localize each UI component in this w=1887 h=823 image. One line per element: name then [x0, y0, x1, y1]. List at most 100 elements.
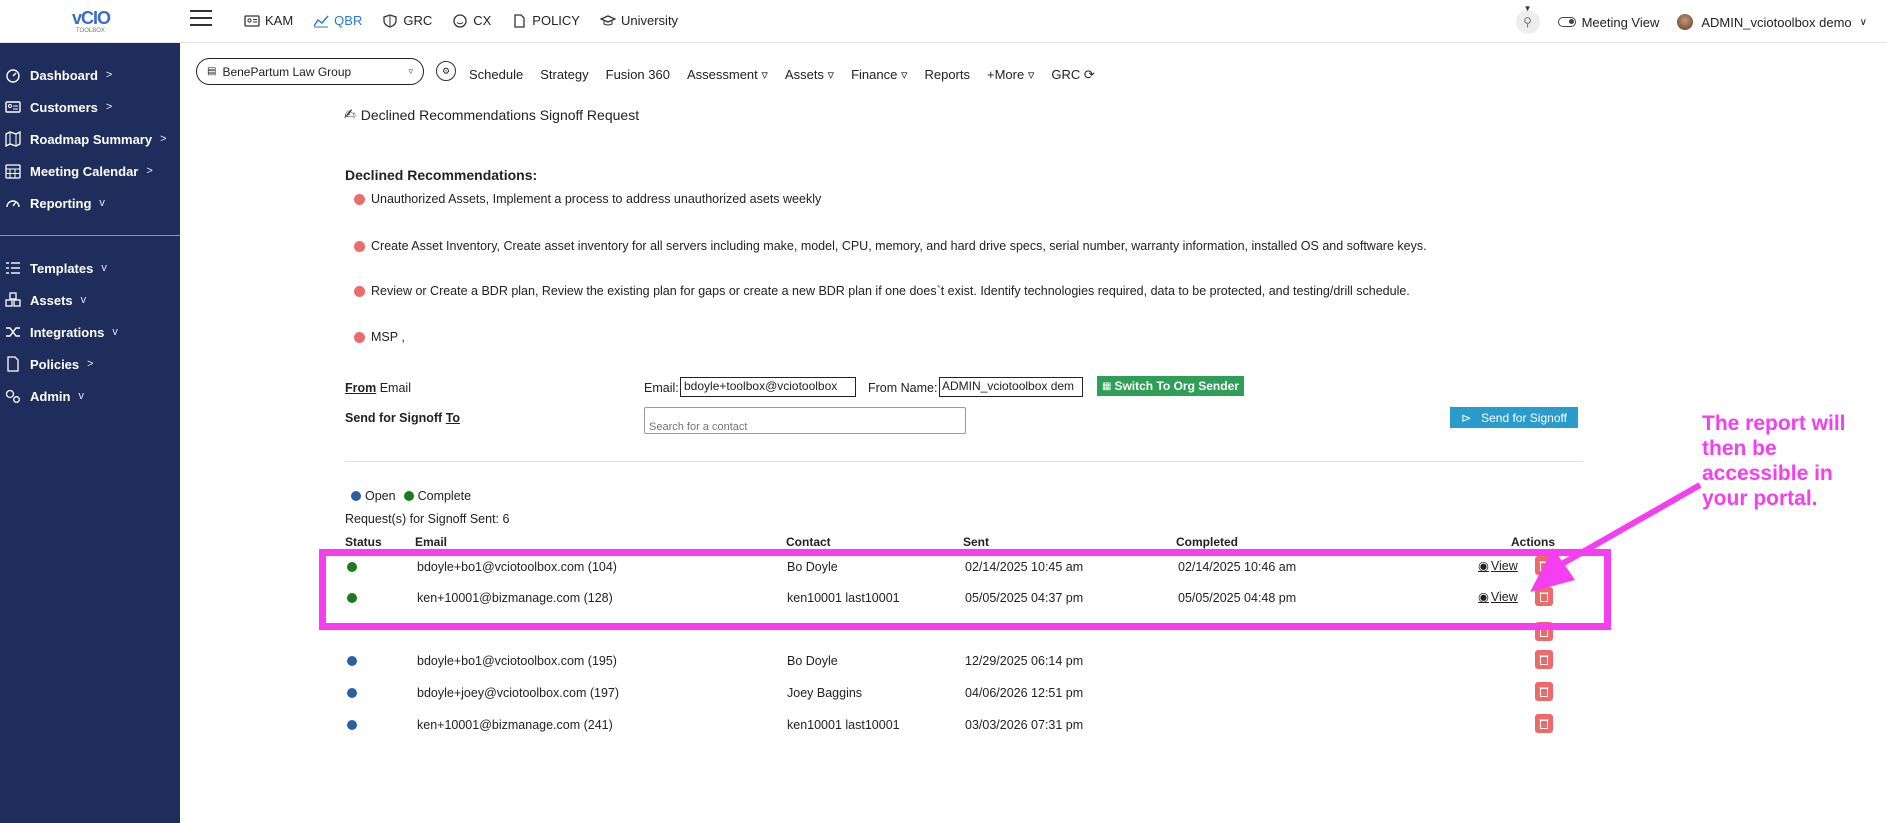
sidebar-item-label: Dashboard — [30, 67, 98, 83]
subnav-finance[interactable]: Finance ▿ — [851, 67, 907, 83]
contact-search-input[interactable] — [644, 407, 966, 434]
declined-dot — [354, 240, 365, 252]
subnav-more[interactable]: +More ▿ — [987, 67, 1034, 83]
chevron-down-icon: v — [99, 197, 105, 209]
top-nav-policy[interactable]: POLICY — [511, 13, 580, 28]
send-for-signoff-button[interactable]: ⊳ Send for Signoff — [1450, 407, 1578, 428]
declined-dot — [354, 285, 365, 297]
sub-nav: Schedule Strategy Fusion 360 Assessment … — [469, 67, 1095, 83]
org-settings-icon[interactable]: ⚙ — [436, 61, 456, 81]
meeting-view-toggle[interactable]: Meeting View — [1557, 15, 1659, 30]
subnav-schedule[interactable]: Schedule — [469, 67, 523, 83]
top-nav-grc-label: GRC — [403, 13, 433, 28]
column-header-actions: Actions — [1511, 535, 1556, 549]
sidebar-item-label: Integrations — [30, 324, 105, 340]
chevron-down-icon: v — [101, 262, 107, 274]
search-button[interactable]: ▼ ⚲ — [1515, 4, 1540, 34]
sidebar-item-admin[interactable]: Admin v — [4, 388, 84, 404]
page-title-text: Declined Recommendations Signoff Request — [360, 106, 640, 123]
top-right-controls: ▼ ⚲ Meeting View ADMIN_vciotoolbox demo ∨ — [1515, 4, 1867, 34]
top-nav-university[interactable]: University — [599, 13, 679, 28]
view-link[interactable]: ◉ View — [1478, 589, 1518, 605]
delete-button[interactable] — [1535, 622, 1553, 641]
status-open-dot — [347, 720, 357, 730]
delete-button[interactable] — [1535, 650, 1553, 669]
row-contact: Joey Baggins — [787, 686, 863, 700]
vcio-logo[interactable]: vCIO TOOLBOX — [66, 6, 111, 36]
sidebar-item-customers[interactable]: Customers > — [4, 99, 112, 115]
chevron-down-icon: v — [112, 326, 118, 338]
subnav-grc[interactable]: GRC ⟳ — [1051, 67, 1094, 83]
sidebar-item-label: Meeting Calendar — [30, 163, 139, 179]
row-completed: 02/14/2025 10:46 am — [1178, 560, 1297, 574]
smiley-icon — [453, 13, 467, 28]
subnav-reports[interactable]: Reports — [924, 67, 970, 83]
top-nav-cx[interactable]: CX — [452, 13, 491, 28]
subnav-assessment[interactable]: Assessment ▿ — [687, 67, 768, 83]
top-nav-university-label: University — [620, 13, 679, 28]
id-card-icon — [244, 14, 260, 27]
subnav-fusion-360[interactable]: Fusion 360 — [606, 67, 670, 83]
subnav-assets[interactable]: Assets ▿ — [785, 67, 834, 83]
row-sent: 04/06/2026 12:51 pm — [965, 686, 1084, 700]
sidebar-item-integrations[interactable]: Integrations v — [4, 324, 118, 340]
table-row: ken+10001@bizmanage.com (128) ken10001 l… — [345, 587, 1595, 615]
sidebar-item-policies[interactable]: Policies > — [4, 356, 94, 372]
status-complete-dot — [347, 562, 357, 572]
from-name-input[interactable]: ADMIN_vciotoolbox dem — [939, 377, 1083, 397]
eye-icon: ◉ — [1478, 559, 1489, 573]
map-icon — [4, 131, 22, 147]
sidebar-item-roadmap-summary[interactable]: Roadmap Summary > — [4, 131, 167, 147]
declined-dot — [354, 331, 365, 343]
sidebar-item-templates[interactable]: Templates v — [4, 260, 107, 276]
row-sent: 02/14/2025 10:45 am — [965, 560, 1084, 574]
trash-icon — [1539, 627, 1549, 637]
user-name: ADMIN_vciotoolbox demo — [1701, 14, 1852, 30]
row-email: bdoyle+bo1@vciotoolbox.com (195) — [417, 654, 617, 668]
view-link[interactable]: ◉ View — [1478, 558, 1518, 574]
column-header-status: Status — [345, 535, 382, 549]
chevron-right-icon: > — [105, 101, 113, 113]
recommendation-text: Review or Create a BDR plan, Review the … — [371, 284, 1410, 298]
row-completed: 05/05/2025 04:48 pm — [1178, 591, 1297, 605]
from-email-input[interactable]: bdoyle+toolbox@vciotoolbox — [680, 377, 856, 397]
row-sent: 03/03/2026 07:31 pm — [965, 718, 1084, 732]
organization-select[interactable]: ▤ BenePartum Law Group ▿ — [196, 58, 424, 85]
caret-down-icon: ▼ — [1523, 4, 1532, 13]
subnav-strategy[interactable]: Strategy — [540, 67, 588, 83]
top-nav-qbr[interactable]: QBR — [313, 13, 362, 28]
top-nav-kam[interactable]: KAM — [244, 13, 293, 28]
list-icon — [4, 260, 22, 276]
delete-button[interactable] — [1535, 714, 1553, 733]
avatar — [1677, 14, 1694, 30]
declined-dot — [354, 193, 365, 205]
send-for-signoff-label: Send for Signoff — [1481, 410, 1567, 425]
hamburger-menu-icon[interactable] — [190, 10, 212, 30]
sidebar-item-meeting-calendar[interactable]: Meeting Calendar > — [4, 163, 153, 179]
sidebar-item-label: Customers — [30, 99, 98, 115]
sidebar-item-dashboard[interactable]: Dashboard > — [4, 67, 112, 83]
table-row — [345, 622, 1595, 650]
delete-button[interactable] — [1535, 682, 1553, 701]
sidebar-item-label: Templates — [30, 260, 94, 276]
delete-button[interactable] — [1535, 556, 1553, 575]
recommendation-item: Review or Create a BDR plan, Review the … — [354, 284, 1410, 298]
chevron-down-icon: v — [80, 294, 87, 306]
id-card-icon — [4, 99, 22, 115]
delete-button[interactable] — [1535, 587, 1553, 606]
top-nav: KAM QBR GRC CX POLICY University — [244, 13, 678, 28]
table-row: bdoyle+bo1@vciotoolbox.com (104) Bo Doyl… — [345, 556, 1595, 584]
sidebar-item-reporting[interactable]: Reporting v — [4, 195, 105, 211]
switch-to-org-sender-button[interactable]: ▦ Switch To Org Sender — [1097, 376, 1244, 396]
gauge-icon — [4, 195, 22, 211]
trash-icon — [1539, 655, 1549, 665]
user-menu[interactable]: ADMIN_vciotoolbox demo ∨ — [1677, 14, 1867, 30]
sidebar-item-assets[interactable]: Assets v — [4, 292, 86, 308]
organization-select-value: BenePartum Law Group — [222, 64, 352, 79]
top-nav-grc[interactable]: GRC — [382, 13, 432, 28]
table-row: ken+10001@bizmanage.com (241) ken10001 l… — [345, 714, 1595, 742]
annotation-text: The report will then be accessible in yo… — [1702, 412, 1846, 510]
send-to-label: Send for Signoff To — [345, 411, 461, 425]
logo-text: vCIO — [72, 8, 111, 28]
top-nav-kam-label: KAM — [265, 13, 294, 28]
